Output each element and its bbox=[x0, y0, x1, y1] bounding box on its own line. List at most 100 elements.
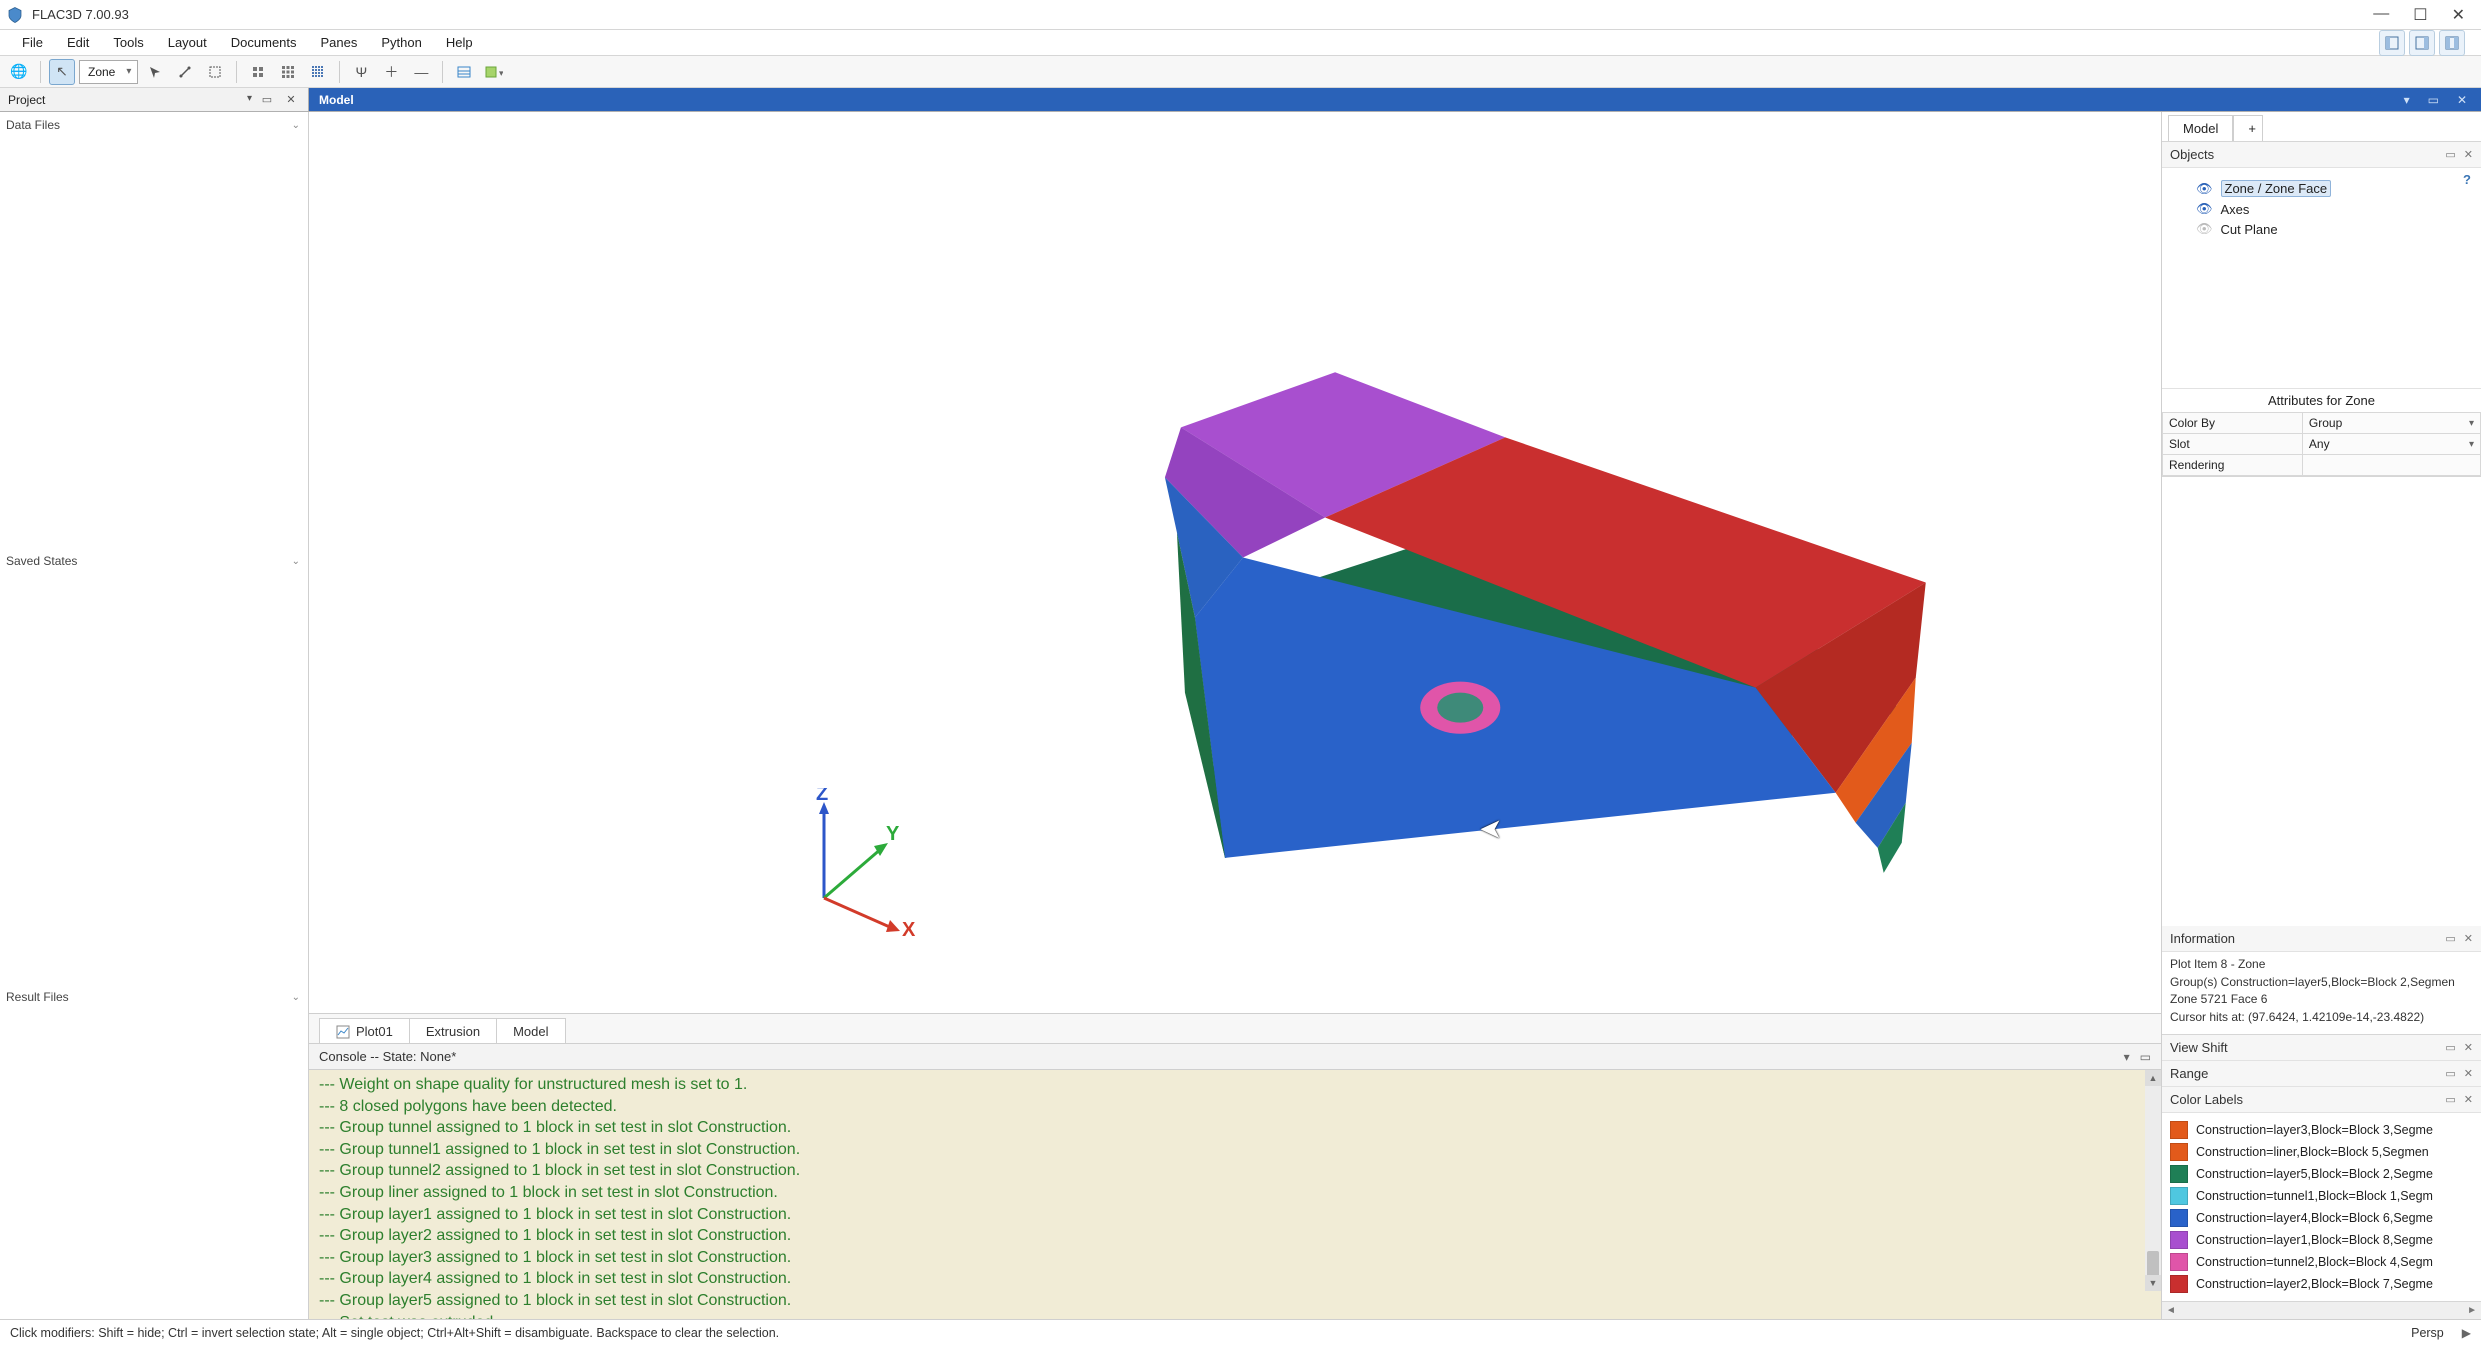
tool-plus-button[interactable]: ＋ bbox=[378, 59, 404, 85]
chevron-down-icon: ⌄ bbox=[292, 120, 300, 131]
axis-z-label: Z bbox=[816, 788, 828, 805]
console-output[interactable]: --- Weight on shape quality for unstruct… bbox=[309, 1069, 2161, 1319]
info-line: Cursor hits at: (97.6424, 1.42109e-14,-2… bbox=[2170, 1009, 2473, 1026]
range-panel: Range ▭✕ bbox=[2162, 1061, 2481, 1087]
panel-close-button[interactable]: ✕ bbox=[2464, 1067, 2473, 1080]
objects-tree[interactable]: ? 👁 Zone / Zone Face 👁 Axes 👁 Cut Plane bbox=[2162, 168, 2481, 388]
scroll-down-button[interactable]: ▼ bbox=[2145, 1275, 2161, 1291]
menu-documents[interactable]: Documents bbox=[219, 32, 309, 53]
title-bar: FLAC3D 7.00.93 — ☐ ✕ bbox=[0, 0, 2481, 30]
tab-plot01[interactable]: Plot01 bbox=[319, 1018, 410, 1043]
window-maximize-button[interactable]: ☐ bbox=[2413, 5, 2427, 25]
table-view-button[interactable] bbox=[451, 59, 477, 85]
scroll-up-button[interactable]: ▲ bbox=[2145, 1070, 2161, 1086]
result-files-section[interactable]: Result Files ⌄ bbox=[0, 984, 308, 1010]
menu-file[interactable]: File bbox=[10, 32, 55, 53]
layout-preset-1-button[interactable] bbox=[2379, 30, 2405, 56]
console-line: --- Group tunnel assigned to 1 block in … bbox=[319, 1117, 2151, 1139]
color-label-item[interactable]: Construction=liner,Block=Block 5,Segmen bbox=[2166, 1141, 2477, 1163]
color-labels-hscroll[interactable]: ◄► bbox=[2162, 1301, 2481, 1319]
panel-close-button[interactable]: ✕ bbox=[2464, 1093, 2473, 1106]
color-swatch bbox=[2170, 1187, 2188, 1205]
result-files-list[interactable] bbox=[0, 1010, 308, 1319]
attr-value[interactable] bbox=[2302, 455, 2480, 476]
saved-states-list[interactable] bbox=[0, 574, 308, 984]
object-node-axes[interactable]: 👁 Axes bbox=[2196, 199, 2475, 219]
color-label-item[interactable]: Construction=layer1,Block=Block 8,Segme bbox=[2166, 1229, 2477, 1251]
layout-preset-3-button[interactable] bbox=[2439, 30, 2465, 56]
panel-min-button[interactable]: ▭ bbox=[2445, 148, 2455, 161]
menu-panes[interactable]: Panes bbox=[309, 32, 370, 53]
saved-states-section[interactable]: Saved States ⌄ bbox=[0, 548, 308, 574]
grid-sparse-button[interactable] bbox=[245, 59, 271, 85]
panel-min-button[interactable]: ▭ bbox=[2445, 1067, 2455, 1080]
pointer-tool-button[interactable] bbox=[142, 59, 168, 85]
layout-preset-2-button[interactable] bbox=[2409, 30, 2435, 56]
tool-minus-button[interactable]: — bbox=[408, 59, 434, 85]
status-next-button[interactable]: ▶ bbox=[2462, 1326, 2471, 1340]
tab-extrusion[interactable]: Extrusion bbox=[409, 1018, 497, 1043]
panel-close-button[interactable]: ✕ bbox=[2464, 932, 2473, 945]
panel-min-button[interactable]: ▭ bbox=[2445, 932, 2455, 945]
menu-python[interactable]: Python bbox=[369, 32, 433, 53]
color-labels-list[interactable]: Construction=layer3,Block=Block 3,Segme … bbox=[2162, 1113, 2481, 1301]
menu-tools[interactable]: Tools bbox=[101, 32, 155, 53]
attr-value-select[interactable]: Any▾ bbox=[2309, 437, 2474, 451]
object-node-cut-plane[interactable]: 👁 Cut Plane bbox=[2196, 219, 2475, 239]
rect-select-button[interactable] bbox=[202, 59, 228, 85]
console-dropdown-button[interactable]: ▾ bbox=[2124, 1050, 2130, 1064]
model-pane-close-button[interactable]: ✕ bbox=[2453, 93, 2471, 107]
inspector-column: Model + Objects ▭✕ ? 👁 Zone / Zone Face … bbox=[2161, 112, 2481, 1319]
console-scrollbar[interactable]: ▲ ▼ bbox=[2145, 1070, 2161, 1291]
color-label-item[interactable]: Construction=layer3,Block=Block 3,Segme bbox=[2166, 1119, 2477, 1141]
visibility-eye-icon[interactable]: 👁 bbox=[2196, 201, 2213, 217]
panel-close-button[interactable]: ✕ bbox=[2464, 1041, 2473, 1054]
attr-value-select[interactable]: Group▾ bbox=[2309, 416, 2474, 430]
inspector-tab-model[interactable]: Model bbox=[2168, 115, 2233, 141]
tab-model[interactable]: Model bbox=[496, 1018, 565, 1043]
visibility-eye-icon[interactable]: 👁 bbox=[2196, 181, 2213, 197]
color-label-item[interactable]: Construction=layer4,Block=Block 6,Segme bbox=[2166, 1207, 2477, 1229]
attr-row-color-by[interactable]: Color By Group▾ bbox=[2163, 413, 2481, 434]
window-close-button[interactable]: ✕ bbox=[2452, 5, 2465, 25]
color-label-item[interactable]: Construction=tunnel2,Block=Block 4,Segm bbox=[2166, 1251, 2477, 1273]
panel-min-button[interactable]: ▭ bbox=[2445, 1093, 2455, 1106]
object-node-zone[interactable]: 👁 Zone / Zone Face bbox=[2196, 178, 2475, 199]
panel-min-button[interactable]: ▭ bbox=[2445, 1041, 2455, 1054]
color-label-item[interactable]: Construction=tunnel1,Block=Block 1,Segm bbox=[2166, 1185, 2477, 1207]
inspector-tab-add-button[interactable]: + bbox=[2233, 115, 2263, 141]
projection-mode[interactable]: Persp bbox=[2411, 1326, 2444, 1340]
line-select-button[interactable] bbox=[172, 59, 198, 85]
mode-selector[interactable]: Zone bbox=[79, 60, 138, 84]
data-files-list[interactable] bbox=[0, 138, 308, 548]
model-viewport[interactable]: Z Y X ➤ bbox=[309, 112, 2161, 1013]
color-label-item[interactable]: Construction=layer2,Block=Block 7,Segme bbox=[2166, 1273, 2477, 1295]
console-line: --- Group tunnel2 assigned to 1 block in… bbox=[319, 1160, 2151, 1182]
model-pane-dropdown-button[interactable]: ▾ bbox=[2400, 93, 2414, 107]
model-pane-min-button[interactable]: ▭ bbox=[2424, 93, 2443, 107]
color-label-item[interactable]: Construction=layer5,Block=Block 2,Segme bbox=[2166, 1163, 2477, 1185]
module-dropdown-button[interactable]: ▾ bbox=[481, 59, 507, 85]
panel-title: View Shift bbox=[2170, 1040, 2228, 1055]
data-files-section[interactable]: Data Files ⌄ bbox=[0, 112, 308, 138]
help-button[interactable]: ? bbox=[2463, 172, 2471, 187]
color-swatch bbox=[2170, 1209, 2188, 1227]
project-pane: Data Files ⌄ Saved States ⌄ Result Files… bbox=[0, 112, 309, 1319]
menu-help[interactable]: Help bbox=[434, 32, 485, 53]
window-minimize-button[interactable]: — bbox=[2373, 5, 2389, 25]
menu-layout[interactable]: Layout bbox=[156, 32, 219, 53]
grid-medium-button[interactable] bbox=[275, 59, 301, 85]
globe-icon[interactable]: 🌐 bbox=[6, 59, 32, 85]
console-min-button[interactable]: ▭ bbox=[2140, 1050, 2151, 1064]
panel-close-button[interactable]: ✕ bbox=[2464, 148, 2473, 161]
attr-row-rendering[interactable]: Rendering bbox=[2163, 455, 2481, 476]
tool-psi-button[interactable]: Ψ bbox=[348, 59, 374, 85]
project-pane-close-button[interactable]: ✕ bbox=[282, 91, 300, 109]
grid-dense-button[interactable] bbox=[305, 59, 331, 85]
cursor-tool-button[interactable]: ↖ bbox=[49, 59, 75, 85]
project-pane-title[interactable]: Project bbox=[8, 93, 252, 107]
menu-edit[interactable]: Edit bbox=[55, 32, 101, 53]
attr-row-slot[interactable]: Slot Any▾ bbox=[2163, 434, 2481, 455]
project-pane-min-button[interactable]: ▭ bbox=[258, 91, 276, 109]
visibility-eye-off-icon[interactable]: 👁 bbox=[2196, 221, 2213, 237]
